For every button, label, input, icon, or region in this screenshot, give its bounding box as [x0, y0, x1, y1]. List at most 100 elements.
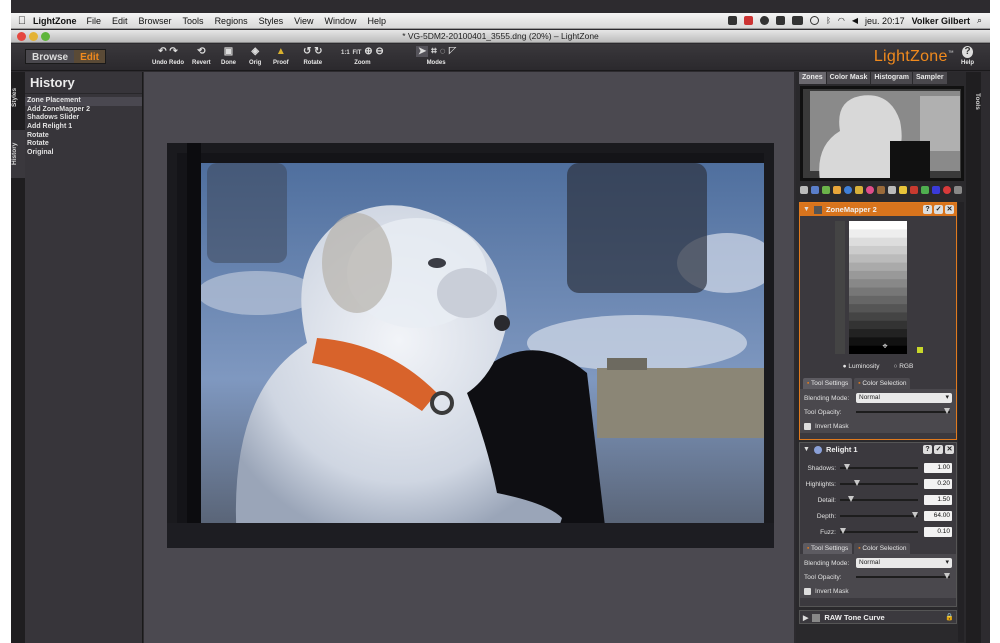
tray-icon[interactable]: [776, 16, 786, 25]
highlights-value[interactable]: 0.20: [924, 479, 952, 489]
menu-file[interactable]: File: [87, 16, 102, 26]
fuzz-value[interactable]: 0.10: [924, 527, 952, 537]
orig-button[interactable]: ◈ Orig: [249, 46, 261, 66]
relight-header[interactable]: ▼ Relight 1 ? ✓ ✕: [800, 443, 956, 456]
history-item[interactable]: Original: [25, 149, 142, 158]
done-button[interactable]: ▣ Done: [221, 46, 236, 66]
help-button[interactable]: ? Help: [961, 46, 974, 66]
apple-icon[interactable]: : [11, 15, 33, 27]
zoom-out-icon[interactable]: ⊖: [375, 46, 383, 57]
revert-button[interactable]: ⟲ Revert: [192, 46, 211, 66]
detail-value[interactable]: 1.50: [924, 495, 952, 505]
zoom-fit-button[interactable]: FIT: [352, 50, 361, 56]
image-canvas[interactable]: [144, 72, 794, 643]
browse-button[interactable]: Browse: [26, 50, 75, 63]
tool-icon[interactable]: [844, 186, 852, 194]
tab-color-selection[interactable]: ▪ Color Selection: [854, 378, 911, 389]
history-item[interactable]: Rotate: [25, 140, 142, 149]
clock[interactable]: jeu. 20:17: [865, 16, 905, 26]
rotate-buttons[interactable]: ↺ ↻ Rotate: [303, 46, 323, 66]
menu-edit[interactable]: Edit: [112, 16, 128, 26]
close-window-icon[interactable]: [17, 32, 26, 41]
time-machine-icon[interactable]: [810, 16, 820, 25]
history-item[interactable]: Add Relight 1: [25, 123, 142, 132]
slider-knob[interactable]: [944, 408, 950, 414]
remove-icon[interactable]: ✕: [945, 445, 954, 454]
slider-knob[interactable]: [912, 512, 918, 518]
volume-icon[interactable]: ◀: [852, 16, 858, 25]
minimize-window-icon[interactable]: [29, 32, 38, 41]
zone-bar[interactable]: [849, 270, 907, 280]
menu-browser[interactable]: Browser: [139, 16, 172, 26]
zone-bar[interactable]: [849, 245, 907, 255]
collapse-triangle-icon[interactable]: ▼: [803, 206, 810, 213]
tools-scrollbar[interactable]: [958, 202, 964, 642]
tray-icon[interactable]: [760, 16, 770, 25]
rotate-region-icon[interactable]: ◌: [440, 46, 446, 57]
shadows-value[interactable]: 1.00: [924, 463, 952, 473]
blending-mode-select[interactable]: Normal: [856, 558, 952, 568]
photo-dog-in-car-window[interactable]: [167, 143, 774, 548]
depth-slider[interactable]: [840, 512, 918, 518]
user-name[interactable]: Volker Gilbert: [912, 16, 970, 26]
tool-icon[interactable]: [877, 186, 885, 194]
zone-bar[interactable]: [849, 221, 907, 230]
tool-icon[interactable]: [899, 186, 907, 194]
tool-icon[interactable]: [822, 186, 830, 194]
tab-color-mask[interactable]: Color Mask: [826, 72, 871, 84]
invert-mask-checkbox[interactable]: [804, 587, 811, 595]
tool-icon[interactable]: [888, 186, 896, 194]
zoom-1to1-button[interactable]: 1:1: [341, 50, 350, 56]
collapse-triangle-icon[interactable]: ▼: [803, 446, 810, 453]
raw-tone-curve-header[interactable]: ▶ RAW Tone Curve 🔒: [800, 611, 956, 624]
tab-history[interactable]: History: [11, 130, 25, 178]
zone-bar[interactable]: [849, 237, 907, 247]
shadows-slider[interactable]: [840, 464, 918, 470]
proof-button[interactable]: ▲ Proof: [273, 46, 289, 66]
menu-window[interactable]: Window: [324, 16, 356, 26]
rgb-radio[interactable]: ○ RGB: [893, 363, 913, 370]
zone-bar[interactable]: [849, 329, 907, 338]
zone-bar[interactable]: [849, 304, 907, 313]
arrow-tool-icon[interactable]: ➤: [416, 46, 429, 57]
zone-bar[interactable]: [849, 320, 907, 330]
enable-check-icon[interactable]: ✓: [934, 445, 943, 454]
fuzz-slider[interactable]: [840, 528, 918, 534]
display-icon[interactable]: [792, 16, 804, 25]
remove-icon[interactable]: ✕: [945, 205, 954, 214]
crop-icon[interactable]: ⌗: [431, 46, 437, 57]
history-item[interactable]: Shadows Slider: [25, 114, 142, 123]
tool-icon[interactable]: [954, 186, 962, 194]
tool-icon[interactable]: [910, 186, 918, 194]
blending-mode-select[interactable]: Normal: [856, 393, 952, 403]
depth-value[interactable]: 64.00: [924, 511, 952, 521]
zone-bar[interactable]: [849, 262, 907, 272]
zone-bar[interactable]: [849, 337, 907, 347]
wifi-icon[interactable]: ◠: [838, 16, 845, 25]
enable-check-icon[interactable]: ✓: [934, 205, 943, 214]
slider-knob[interactable]: [840, 528, 846, 534]
highlights-slider[interactable]: [840, 480, 918, 486]
menu-help[interactable]: Help: [367, 16, 386, 26]
tab-styles[interactable]: Styles: [11, 82, 25, 112]
tab-histogram[interactable]: Histogram: [871, 72, 912, 84]
tool-icon[interactable]: [811, 186, 819, 194]
edit-button[interactable]: Edit: [74, 50, 106, 63]
zone-bar[interactable]: [849, 229, 907, 239]
zone-bar[interactable]: [849, 279, 907, 288]
lock-icon[interactable]: 🔒: [945, 613, 954, 622]
slider-knob[interactable]: [848, 496, 854, 502]
zonemapper-header[interactable]: ▼ ZoneMapper 2 ? ✓ ✕: [800, 203, 956, 216]
tool-icon[interactable]: [855, 186, 863, 194]
tab-sampler[interactable]: Sampler: [912, 72, 947, 84]
tab-zones[interactable]: Zones: [799, 72, 826, 84]
tool-icon[interactable]: [800, 186, 808, 194]
tab-tools[interactable]: Tools: [966, 86, 981, 116]
menu-tools[interactable]: Tools: [183, 16, 204, 26]
undo-redo-button[interactable]: ↶ ↷ Undo Redo: [152, 46, 184, 66]
zoom-window-icon[interactable]: [41, 32, 50, 41]
tab-tool-settings[interactable]: ▪ Tool Settings: [803, 543, 853, 554]
help-icon[interactable]: ?: [923, 205, 932, 214]
history-item[interactable]: Add ZoneMapper 2: [25, 106, 142, 115]
zone-strip[interactable]: ⌖: [835, 221, 915, 355]
